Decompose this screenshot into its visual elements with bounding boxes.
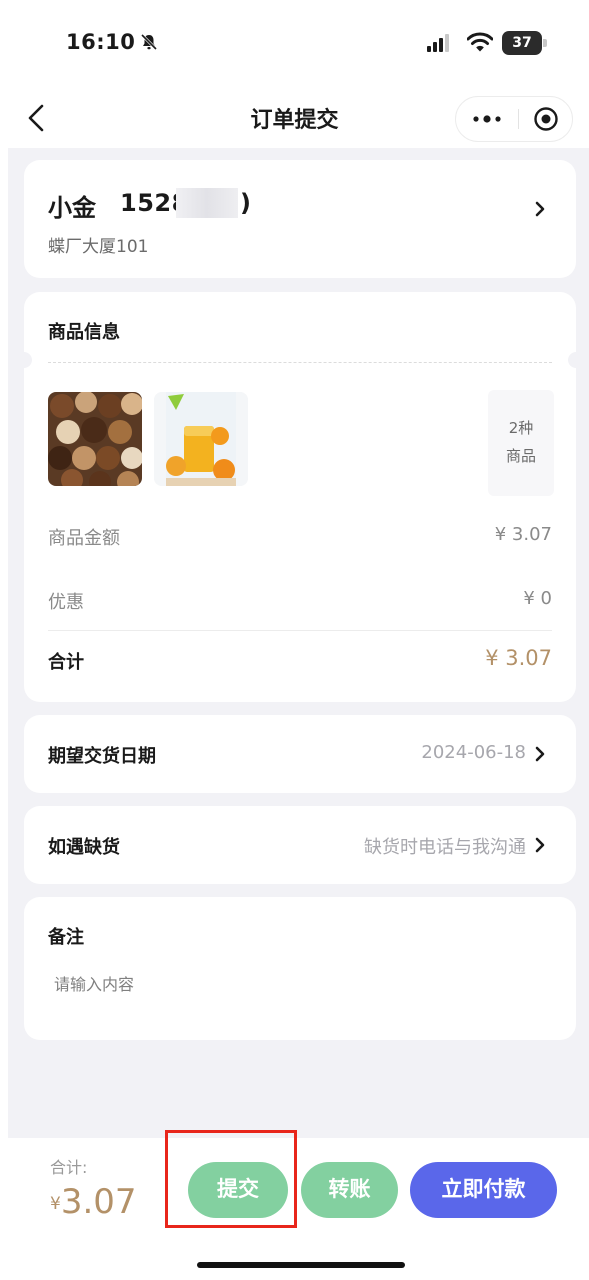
product-thumbnail-chocolate[interactable] [48, 392, 142, 486]
delivery-date-value: 2024-06-18 [421, 742, 526, 763]
shortage-value: 缺货时电话与我沟通 [364, 837, 526, 858]
goods-section-title: 商品信息 [48, 322, 120, 343]
bell-mute-icon [140, 33, 158, 51]
chocolate-image [48, 392, 142, 486]
goods-amount-value: ¥ 3.07 [494, 524, 552, 545]
remark-input[interactable] [54, 969, 534, 999]
goods-count-number: 2种 [508, 419, 534, 437]
order-submit-page: 16:10 37 订单提交 小金 1528) 蝶厂大厦101 商品信息 2种 … [0, 0, 589, 1280]
juice-image [154, 392, 248, 486]
delivery-date-row[interactable]: 期望交货日期 2024-06-18 [24, 715, 576, 793]
goods-count[interactable]: 2种 商品 [488, 390, 554, 496]
address-detail: 蝶厂大厦101 [48, 237, 149, 257]
goods-card: 商品信息 2种 商品 商品金额 ¥ 3.07 优惠 ¥ 0 合计 ¥ 3.07 [16, 292, 584, 702]
dashed-divider [48, 362, 552, 363]
goods-amount-label: 商品金额 [48, 528, 120, 549]
phone-mask [176, 188, 238, 218]
status-time: 16:10 [66, 30, 136, 54]
more-button[interactable] [456, 97, 518, 141]
card-notch-right [568, 352, 584, 368]
product-thumbnail-juice[interactable] [154, 392, 248, 486]
discount-label: 优惠 [48, 592, 84, 613]
close-button[interactable] [519, 97, 573, 141]
card-notch-left [16, 352, 32, 368]
battery-level: 37 [512, 35, 532, 51]
total-divider [48, 630, 552, 631]
bottom-total-amount: ¥3.07 [50, 1182, 137, 1222]
mini-program-capsule [455, 96, 573, 142]
home-indicator [197, 1262, 405, 1268]
bottom-total-label: 合计: [50, 1158, 88, 1177]
currency-symbol: ¥ [50, 1194, 61, 1214]
pay-now-button[interactable]: 立即付款 [410, 1162, 557, 1218]
chevron-right-icon [535, 201, 545, 217]
subtotal-value: ¥ 3.07 [485, 646, 552, 670]
transfer-button[interactable]: 转账 [301, 1162, 398, 1218]
bottom-total-number: 3.07 [60, 1182, 137, 1222]
highlight-box [165, 1130, 297, 1228]
remark-card: 备注 [24, 897, 576, 1040]
more-dots-icon [473, 115, 501, 123]
shortage-label: 如遇缺货 [48, 837, 120, 858]
subtotal-label: 合计 [48, 652, 84, 673]
address-card[interactable]: 小金 1528 ) 蝶厂大厦101 [24, 160, 576, 278]
nav-bar: 订单提交 [0, 90, 589, 148]
target-circle-icon [534, 107, 558, 131]
remark-label: 备注 [48, 927, 84, 948]
status-bar: 16:10 37 [0, 0, 589, 90]
signal-icon [427, 34, 449, 52]
battery-icon: 37 [502, 31, 548, 55]
recipient-phone-end: ) [240, 189, 252, 217]
shortage-option-row[interactable]: 如遇缺货 缺货时电话与我沟通 [24, 806, 576, 884]
wifi-icon [467, 32, 493, 52]
delivery-date-label: 期望交货日期 [48, 746, 156, 767]
chevron-right-icon [535, 746, 545, 762]
discount-value: ¥ 0 [523, 588, 552, 609]
recipient-name: 小金 [48, 194, 96, 222]
goods-count-unit: 商品 [505, 447, 536, 465]
chevron-right-icon [535, 837, 545, 853]
